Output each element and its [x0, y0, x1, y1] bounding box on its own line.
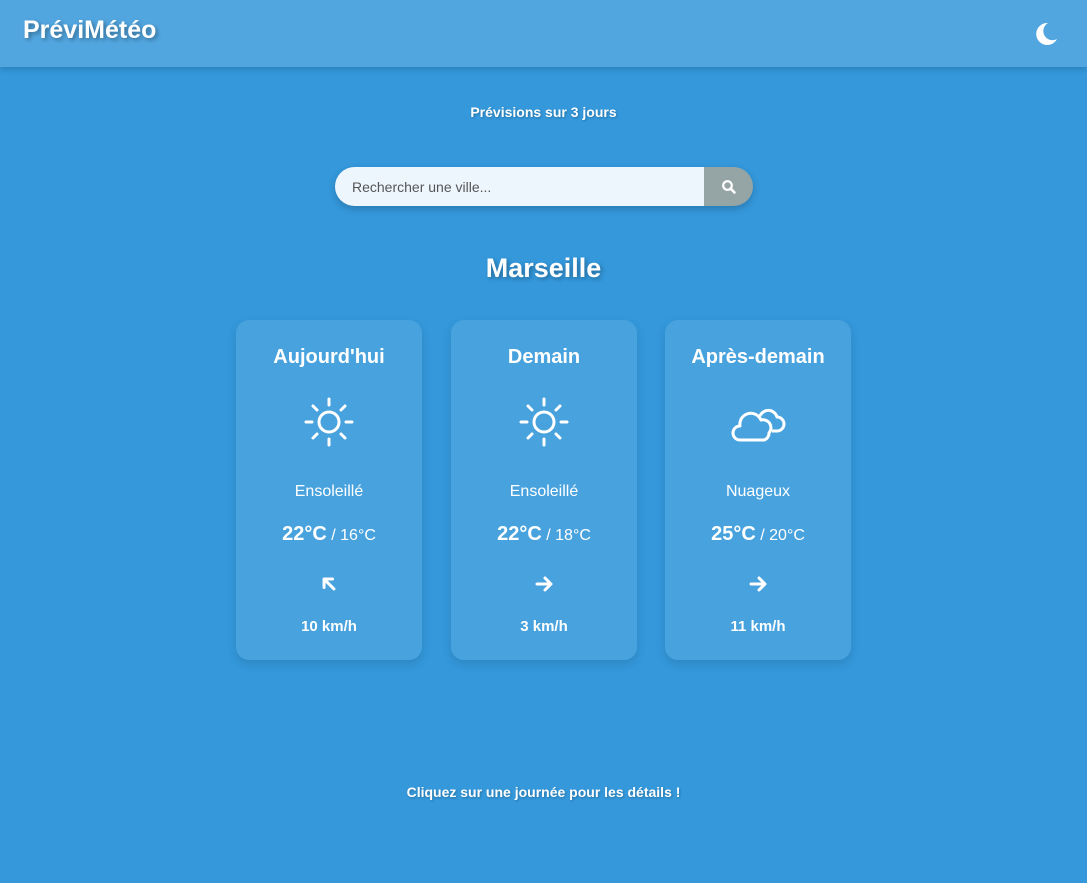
day-card-tomorrow[interactable]: Demain Ensoleillé 22°C / 18°C 3 km/h: [451, 320, 637, 660]
search-bar: [335, 167, 753, 206]
search-icon: [721, 179, 736, 194]
wind-speed: 10 km/h: [301, 618, 357, 635]
city-name: Marseille: [485, 253, 602, 283]
wind-speed: 11 km/h: [730, 618, 786, 635]
condition-text: Ensoleillé: [509, 483, 579, 500]
temperature-min: 18°C: [555, 527, 591, 544]
wind-direction-arrow-icon: [749, 576, 767, 592]
search-input[interactable]: [335, 167, 704, 206]
moon-icon[interactable]: [1033, 21, 1059, 47]
temperature-min: 16°C: [340, 527, 376, 544]
condition-text: Ensoleillé: [294, 483, 364, 500]
day-card-today[interactable]: Aujourd'hui Ensoleillé 22°C / 16°C 10 km…: [236, 320, 422, 660]
cloud-icon: [731, 408, 786, 442]
day-label: Demain: [507, 346, 581, 368]
brand-title: PréviMétéo: [23, 16, 157, 44]
temperature-range: 25°C / 20°C: [665, 523, 851, 546]
day-label: Après-demain: [691, 346, 825, 368]
page-subtitle: Prévisions sur 3 jours: [470, 104, 617, 120]
temperature-max: 25°C: [711, 523, 756, 545]
sun-icon: [519, 397, 569, 447]
condition-text: Nuageux: [725, 483, 791, 500]
top-bar: PréviMétéo: [0, 0, 1087, 67]
wind-direction-arrow-icon: [535, 576, 553, 592]
sun-icon: [304, 397, 354, 447]
search-button[interactable]: [704, 167, 753, 206]
footer-hint: Cliquez sur une journée pour les détails…: [406, 784, 681, 800]
wind-speed: 3 km/h: [520, 618, 568, 635]
day-card-after-tomorrow[interactable]: Après-demain Nuageux 25°C / 20°C 11 km/h: [665, 320, 851, 660]
temperature-separator: /: [326, 527, 341, 544]
temperature-max: 22°C: [282, 523, 327, 545]
temperature-max: 22°C: [497, 523, 542, 545]
wind-direction-arrow-icon: [322, 577, 336, 591]
temperature-range: 22°C / 16°C: [236, 523, 422, 546]
temperature-range: 22°C / 18°C: [451, 523, 637, 546]
temperature-min: 20°C: [769, 527, 805, 544]
temperature-separator: /: [755, 527, 770, 544]
day-label: Aujourd'hui: [273, 346, 385, 368]
temperature-separator: /: [541, 527, 556, 544]
